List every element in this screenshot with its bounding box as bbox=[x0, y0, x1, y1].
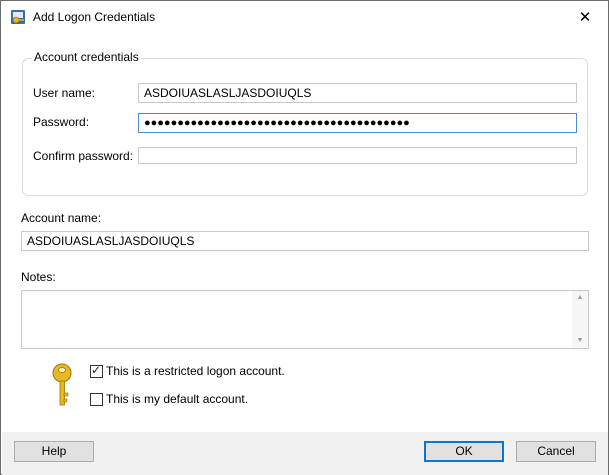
checkmark-icon: ✓ bbox=[91, 363, 102, 377]
key-icon bbox=[52, 363, 72, 406]
password-field[interactable]: ●●●●●●●●●●●●●●●●●●●●●●●●●●●●●●●●●●●●●●●● bbox=[138, 113, 577, 133]
dialog: Add Logon Credentials ✕ Account credenti… bbox=[0, 0, 609, 475]
account-credentials-legend: Account credentials bbox=[32, 50, 141, 64]
notes-scrollbar[interactable]: ▲ ▼ bbox=[572, 291, 588, 348]
notes-label: Notes: bbox=[21, 270, 56, 284]
default-account-label[interactable]: This is my default account. bbox=[106, 392, 248, 406]
confirm-password-field[interactable] bbox=[138, 147, 577, 164]
scroll-up-icon[interactable]: ▲ bbox=[572, 291, 588, 305]
credentials-app-icon bbox=[11, 10, 25, 24]
title-bar: Add Logon Credentials ✕ bbox=[1, 1, 608, 33]
scroll-down-icon[interactable]: ▼ bbox=[572, 334, 588, 348]
restricted-account-label[interactable]: This is a restricted logon account. bbox=[106, 364, 285, 378]
restricted-account-checkbox[interactable]: ✓ bbox=[90, 363, 103, 378]
account-name-label: Account name: bbox=[21, 211, 102, 225]
close-icon: ✕ bbox=[578, 8, 592, 26]
ok-button[interactable]: OK bbox=[424, 441, 504, 462]
confirm-password-label: Confirm password: bbox=[33, 149, 134, 163]
cancel-button[interactable]: Cancel bbox=[516, 441, 596, 462]
notes-textarea[interactable]: ▲ ▼ bbox=[21, 290, 589, 349]
user-name-field[interactable]: ASDOIUASLASLJASDOIUQLS bbox=[138, 83, 577, 103]
user-name-label: User name: bbox=[33, 86, 96, 100]
default-account-checkbox[interactable] bbox=[90, 393, 103, 406]
window-title: Add Logon Credentials bbox=[33, 10, 156, 24]
account-name-field[interactable]: ASDOIUASLASLJASDOIUQLS bbox=[21, 231, 589, 251]
close-button[interactable]: ✕ bbox=[562, 1, 608, 32]
password-label: Password: bbox=[33, 115, 90, 129]
button-bar: Help OK Cancel bbox=[2, 432, 608, 475]
help-button[interactable]: Help bbox=[14, 441, 94, 462]
